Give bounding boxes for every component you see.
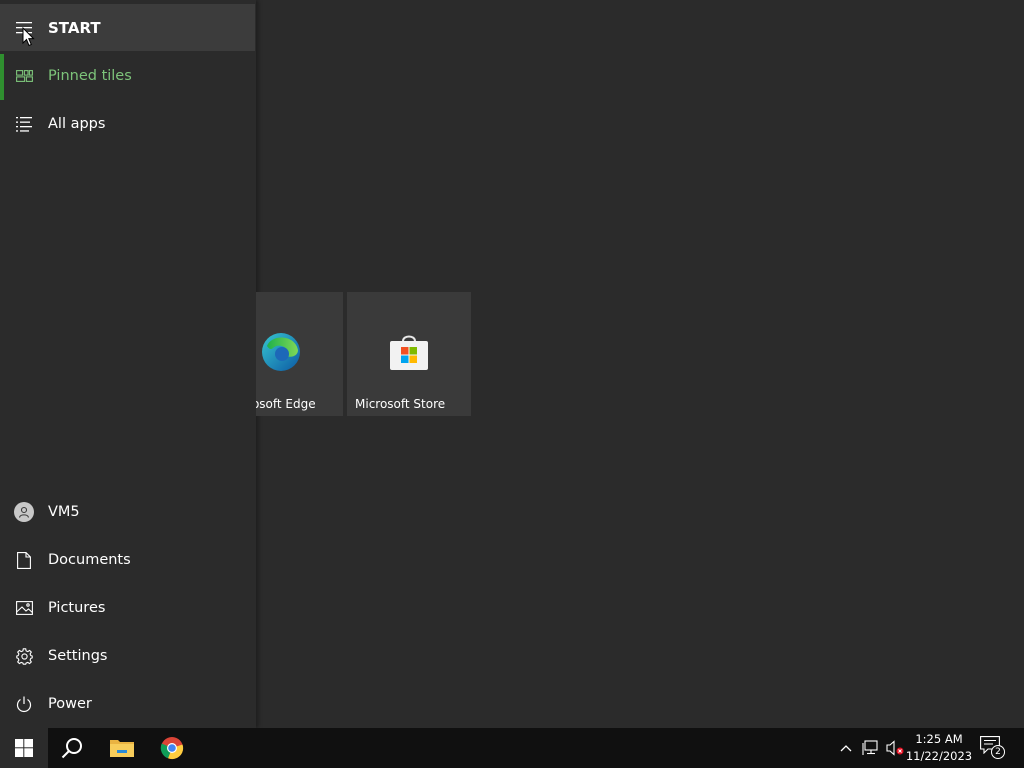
taskbar: 1:25 AM 11/22/2023 2 bbox=[0, 728, 1024, 768]
documents-label: Documents bbox=[48, 552, 131, 568]
nav-item-settings[interactable]: Settings bbox=[0, 632, 256, 680]
nav-item-user-account[interactable]: VM5 bbox=[0, 488, 256, 536]
file-explorer-button[interactable] bbox=[98, 728, 146, 768]
volume-muted-icon[interactable] bbox=[885, 738, 905, 758]
start-label: START bbox=[48, 18, 101, 37]
folder-icon bbox=[110, 740, 134, 757]
windows-logo-icon bbox=[15, 739, 33, 757]
pictures-label: Pictures bbox=[48, 600, 106, 616]
user-name-label: VM5 bbox=[48, 504, 80, 520]
clock-date: 11/22/2023 bbox=[905, 749, 973, 763]
user-avatar-icon bbox=[0, 488, 48, 536]
nav-item-all-apps[interactable]: All apps bbox=[0, 100, 256, 148]
search-button[interactable] bbox=[48, 728, 96, 768]
gear-icon bbox=[0, 632, 48, 680]
tiles-icon bbox=[0, 52, 48, 100]
nav-item-pictures[interactable]: Pictures bbox=[0, 584, 256, 632]
pinned-tiles-label: Pinned tiles bbox=[48, 68, 132, 84]
chrome-button[interactable] bbox=[148, 728, 196, 768]
search-icon bbox=[61, 738, 82, 759]
picture-icon bbox=[0, 584, 48, 632]
document-icon bbox=[0, 536, 48, 584]
power-label: Power bbox=[48, 696, 92, 712]
power-icon bbox=[0, 680, 48, 728]
tile-microsoft-store[interactable]: Microsoft Store bbox=[347, 292, 471, 416]
store-tile-label: Microsoft Store bbox=[355, 397, 446, 411]
nav-item-documents[interactable]: Documents bbox=[0, 536, 256, 584]
nav-item-pinned-tiles[interactable]: Pinned tiles bbox=[0, 52, 256, 100]
start-menu-nav-pane: START Pinned tiles All apps VM5 Document… bbox=[0, 0, 256, 728]
start-menu-expand-button[interactable]: START bbox=[0, 4, 255, 51]
action-center-button[interactable]: 2 bbox=[980, 736, 1006, 760]
clock-time: 1:25 AM bbox=[915, 732, 963, 746]
mouse-cursor-icon bbox=[22, 26, 36, 47]
nav-item-power[interactable]: Power bbox=[0, 680, 256, 728]
settings-label: Settings bbox=[48, 648, 108, 664]
selected-accent-bar bbox=[0, 54, 4, 100]
all-apps-label: All apps bbox=[48, 116, 106, 132]
network-icon[interactable] bbox=[861, 738, 881, 758]
taskbar-clock[interactable]: 1:25 AM 11/22/2023 bbox=[903, 731, 975, 765]
edge-icon bbox=[261, 332, 301, 372]
notification-count-badge: 2 bbox=[991, 745, 1005, 759]
store-bag-icon bbox=[389, 332, 429, 372]
show-hidden-icons-chevron-icon[interactable] bbox=[838, 738, 854, 758]
start-button[interactable] bbox=[0, 728, 48, 768]
list-icon bbox=[0, 100, 48, 148]
chrome-icon bbox=[160, 737, 184, 760]
